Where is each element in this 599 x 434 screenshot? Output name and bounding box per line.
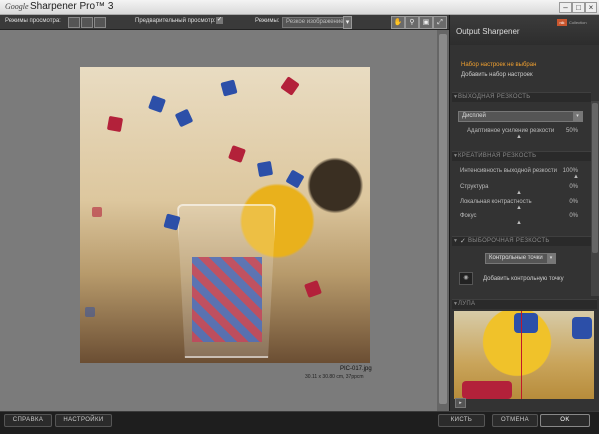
loupe-view[interactable] (454, 311, 594, 399)
dice-3 (280, 76, 300, 96)
dice-7 (256, 160, 274, 178)
structure-label: Структура (460, 184, 489, 190)
local-contrast-value: 0% (569, 199, 578, 205)
section-loupe-header[interactable]: ▼ ЛУПА (452, 299, 597, 309)
title-bar: Google Sharpener Pro™ 3 – □ × (0, 0, 599, 15)
mode-select-arrow-icon[interactable]: ▾ (343, 16, 352, 29)
dropdown-arrow-icon: ▾ (573, 112, 582, 121)
loupe-dice-1 (514, 313, 538, 333)
dice-4 (106, 115, 124, 133)
loupe-split-line[interactable] (521, 311, 522, 399)
preview-label: Предварительный просмотр: (135, 18, 216, 24)
panel-title: Output Sharpener (456, 27, 520, 36)
canvas-scrollbar[interactable] (437, 30, 449, 411)
section-output-title: ВЫХОДНАЯ РЕЗКОСТЬ (458, 94, 531, 100)
close-icon[interactable]: × (585, 2, 597, 13)
section-selective-title: ВЫБОРОЧНАЯ РЕЗКОСТЬ (468, 238, 550, 244)
dice-6 (228, 145, 246, 163)
zoom-tool-icon[interactable]: ⚲ (405, 16, 419, 29)
dropdown-arrow-icon: ▾ (547, 254, 555, 263)
loupe-toggle-icon[interactable]: ▸ (455, 398, 466, 408)
preview-image[interactable] (80, 67, 370, 363)
settings-button[interactable]: НАСТРОЙКИ (55, 414, 112, 427)
output-type-value: Дисплей (462, 113, 486, 119)
dice-8 (285, 169, 305, 189)
focus-slider-handle[interactable]: ▲ (516, 220, 522, 226)
collection-logo-text: Collection (569, 20, 587, 25)
output-type-dropdown[interactable]: Дисплей ▾ (458, 111, 583, 122)
section-output-header[interactable]: ▼ ВЫХОДНАЯ РЕЗКОСТЬ (452, 92, 591, 102)
adaptive-sharpening-label: Адаптивное усиление резкости (467, 128, 555, 134)
loupe-dice-3 (462, 381, 512, 399)
adaptive-slider-handle[interactable]: ▲ (516, 134, 522, 140)
structure-slider-handle[interactable]: ▲ (516, 190, 522, 196)
selective-enable-checkbox[interactable]: ✓ (460, 237, 466, 245)
panel-scrollbar[interactable] (591, 101, 599, 296)
mode-select-value: Резкое изображение (286, 19, 344, 25)
fullscreen-icon[interactable]: ⤢ (433, 16, 447, 29)
section-selective-header[interactable]: ▼ ✓ ВЫБОРОЧНАЯ РЕЗКОСТЬ (452, 236, 591, 246)
local-contrast-slider-handle[interactable]: ▲ (516, 205, 522, 211)
maximize-icon[interactable]: □ (572, 2, 585, 13)
fit-icon[interactable]: ▣ (419, 16, 433, 29)
dice-10 (92, 207, 102, 217)
brush-button[interactable]: КИСТЬ (438, 414, 485, 427)
single-view-icon[interactable] (68, 17, 80, 28)
view-toolbar: Режимы просмотра: Предварительный просмо… (0, 15, 449, 30)
dice-2 (220, 79, 238, 97)
side-by-side-view-icon[interactable] (94, 17, 106, 28)
add-control-point-icon[interactable]: ◉ (459, 272, 473, 285)
dice-1 (148, 95, 166, 113)
output-intensity-label: Интенсивность выходной резкости (460, 168, 557, 174)
panel-scrollbar-thumb[interactable] (592, 103, 598, 253)
section-creative-title: КРЕАТИВНАЯ РЕЗКОСТЬ (458, 153, 537, 159)
section-loupe-title: ЛУПА (458, 301, 476, 307)
hand-tool-icon[interactable]: ✋ (391, 16, 405, 29)
nik-logo: nik (557, 19, 567, 26)
shot-glass (177, 204, 276, 358)
add-preset-link[interactable]: Добавить набор настроек (461, 72, 533, 78)
focus-label: Фокус (460, 213, 477, 219)
structure-value: 0% (569, 184, 578, 190)
focus-value: 0% (569, 213, 578, 219)
view-modes-label: Режимы просмотра: (5, 18, 61, 24)
dice-11 (304, 280, 322, 298)
dice-12 (85, 307, 95, 317)
dice-9 (163, 213, 181, 231)
add-control-point-label[interactable]: Добавить контрольную точку (483, 276, 564, 282)
google-brand: Google (5, 2, 29, 11)
output-intensity-slider-handle[interactable]: ▲ (573, 174, 579, 180)
image-dimensions: 30.11 x 30.80 cm, 37ppcm (305, 374, 364, 380)
ok-button[interactable]: OK (540, 414, 590, 427)
mode-select[interactable]: Резкое изображение (282, 17, 347, 28)
collapse-icon: ▼ (453, 238, 458, 244)
control-points-dropdown[interactable]: Контрольные точки ▾ (485, 253, 556, 264)
loupe-dice-2 (572, 317, 592, 339)
section-creative-header[interactable]: ▼ КРЕАТИВНАЯ РЕЗКОСТЬ (452, 151, 591, 161)
cancel-button[interactable]: ОТМЕНА (492, 414, 538, 427)
preview-checkbox[interactable]: ✓ (216, 17, 223, 24)
image-filename: PIC-017.jpg (340, 366, 372, 372)
canvas-scrollbar-thumb[interactable] (439, 34, 447, 404)
dice-5 (174, 108, 194, 128)
app-title: Sharpener Pro™ 3 (30, 1, 114, 12)
preset-none-label: Набор настроек не выбран (461, 62, 537, 68)
minimize-icon[interactable]: – (559, 2, 572, 13)
adaptive-sharpening-value: 50% (565, 128, 578, 134)
split-view-icon[interactable] (81, 17, 93, 28)
help-button[interactable]: СПРАВКА (4, 414, 52, 427)
control-points-value: Контрольные точки (489, 255, 543, 261)
modes-label: Режимы: (255, 18, 280, 24)
